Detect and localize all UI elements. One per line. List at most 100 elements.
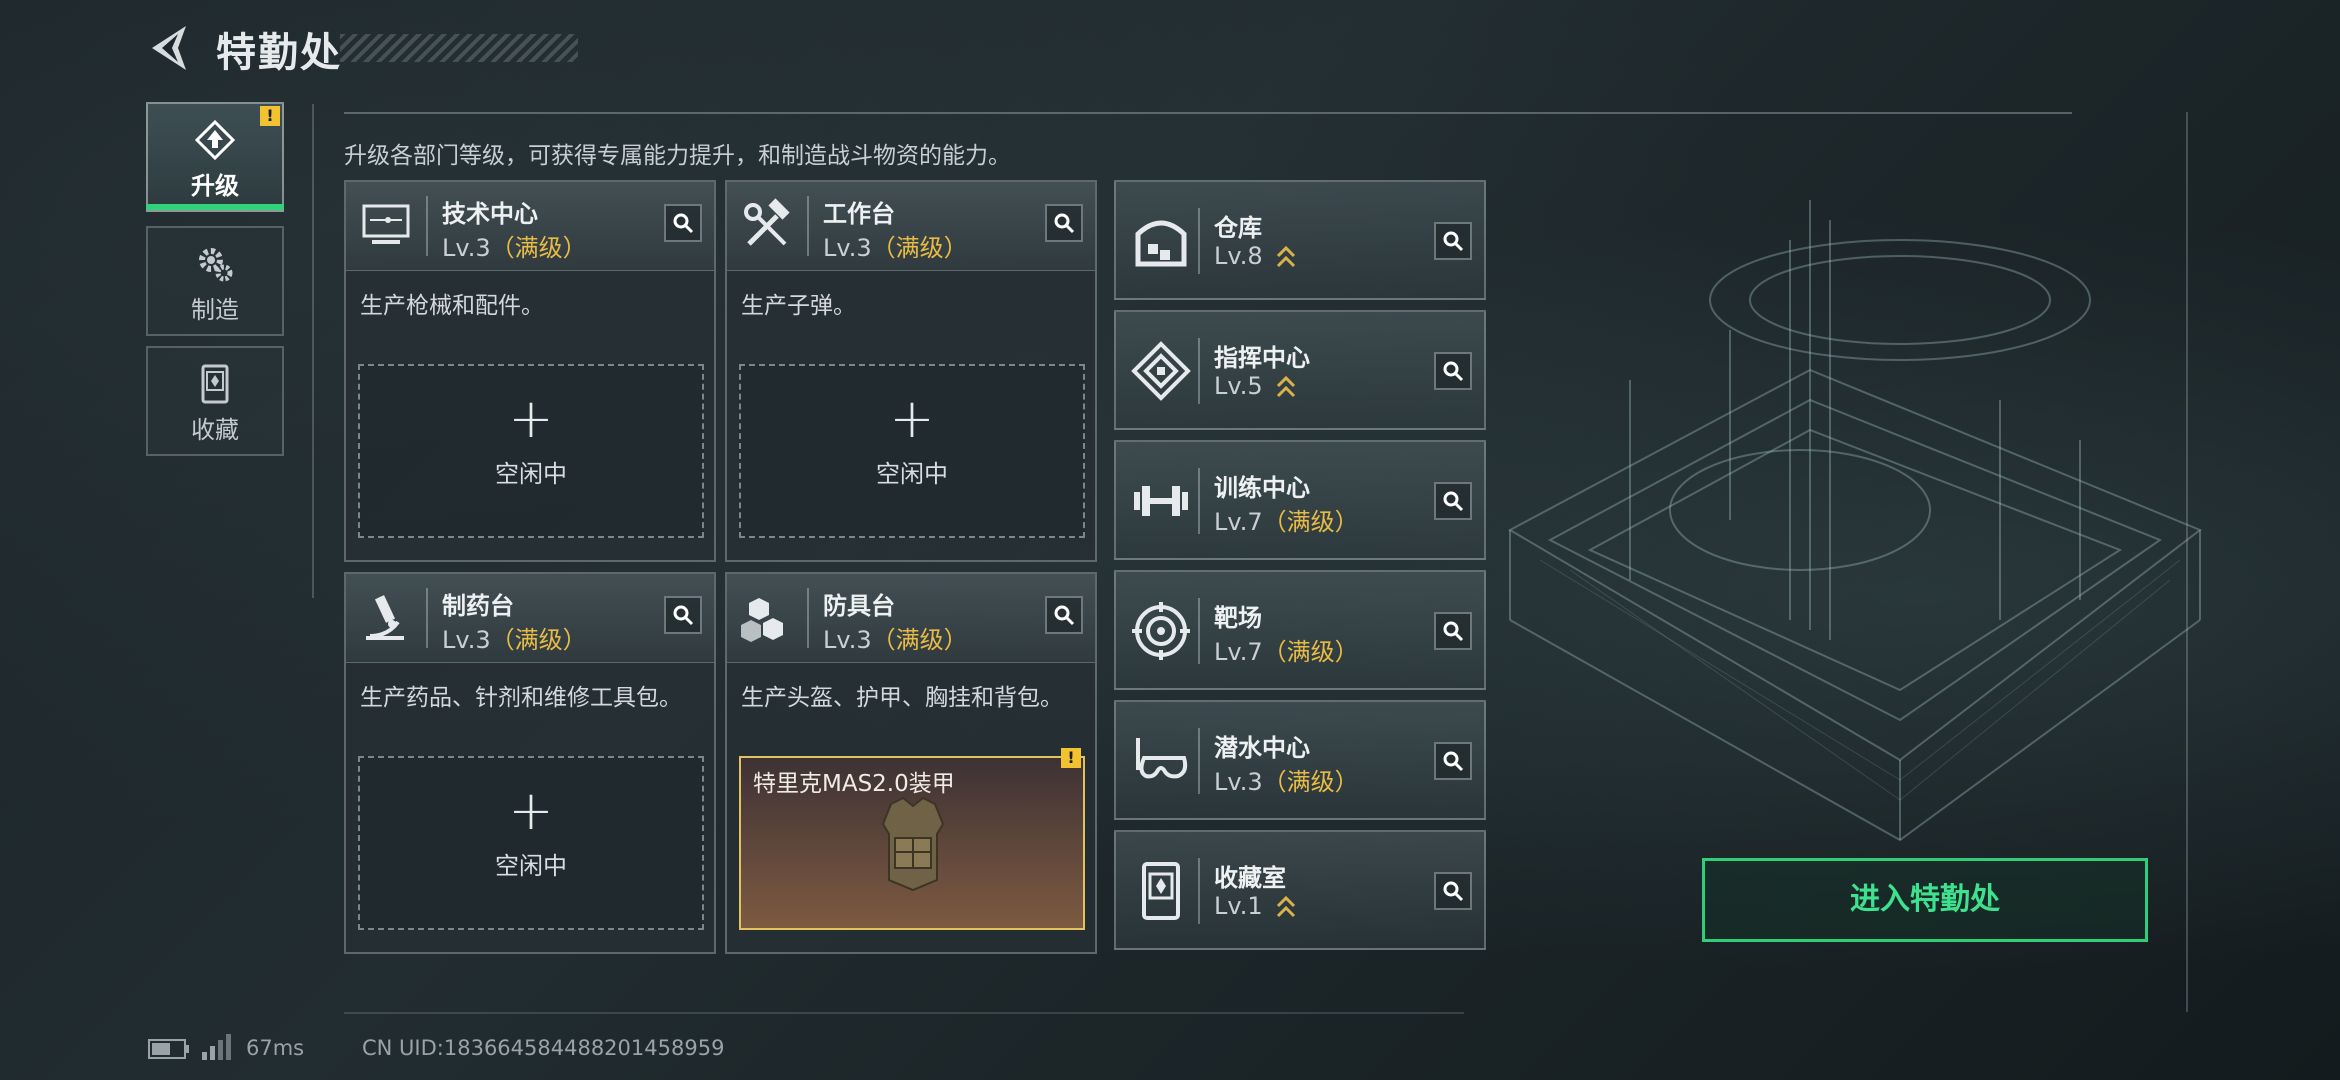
idle-label: 空闲中 [876, 460, 948, 488]
page-title: 特勤处 [216, 30, 342, 76]
tab-upgrade-label: 升级 [191, 172, 239, 200]
production-slot-empty[interactable]: + 空闲中 [358, 364, 704, 538]
facility-level: Lv.5 [1214, 372, 1263, 400]
facility-level: Lv.1 [1214, 892, 1263, 920]
search-icon [673, 605, 694, 626]
max-level-label: （满级） [1262, 768, 1359, 796]
max-level-label: （满级） [490, 234, 587, 262]
workshop-description: 生产枪械和配件。 [360, 293, 544, 319]
facility-name: 潜水中心 [1214, 734, 1310, 762]
workshop-level: Lv.3 [442, 234, 491, 262]
search-icon [1443, 491, 1464, 512]
plus-icon: + [508, 779, 554, 842]
tab-craft-label: 制造 [191, 296, 239, 324]
facility-card-command-center[interactable]: 指挥中心 Lv.5 [1114, 310, 1486, 430]
armor-blocks-icon [741, 598, 783, 642]
upgrade-available-icon [1277, 245, 1296, 268]
max-level-label: （满级） [871, 234, 968, 262]
tab-upgrade[interactable]: 升级 ! [146, 102, 284, 212]
battery-icon [148, 1039, 189, 1059]
search-icon [1443, 751, 1464, 772]
search-icon [1443, 361, 1464, 382]
active-tab-indicator [146, 204, 284, 210]
search-icon [1054, 213, 1075, 234]
production-slot-empty[interactable]: + 空闲中 [739, 364, 1085, 538]
search-icon [1443, 231, 1464, 252]
collection-room-icon [1142, 862, 1180, 920]
facility-card-shooting-range[interactable]: 靶场 Lv.7（满级） [1114, 570, 1486, 690]
back-arrow-icon[interactable] [148, 24, 192, 72]
facility-name: 训练中心 [1214, 474, 1310, 502]
enter-special-ops-button[interactable]: 进入特勤处 [1702, 858, 2148, 942]
facility-card-warehouse[interactable]: 仓库 Lv.8 [1114, 180, 1486, 300]
details-search-button[interactable] [1045, 204, 1083, 242]
workshop-description: 生产药品、针剂和维修工具包。 [360, 685, 682, 711]
workshop-card-armor-bench[interactable]: 防具台 Lv.3（满级） 生产头盔、护甲、胸挂和背包。 特里克MAS2.0装甲 … [725, 572, 1097, 954]
workshop-card-workbench[interactable]: 工作台 Lv.3（满级） 生产子弹。 + 空闲中 [725, 180, 1097, 562]
plus-icon: + [889, 387, 935, 450]
details-search-button[interactable] [1434, 872, 1472, 910]
tab-collection-label: 收藏 [191, 416, 239, 444]
computer-icon [362, 204, 410, 244]
facility-card-collection-room[interactable]: 收藏室 Lv.1 [1114, 830, 1486, 950]
plus-icon: + [508, 387, 554, 450]
idle-label: 空闲中 [495, 460, 567, 488]
max-level-label: （满级） [1262, 508, 1359, 536]
tab-collection[interactable]: 收藏 [146, 346, 284, 456]
upgrade-alert-badge: ! [260, 106, 280, 126]
production-slot-item[interactable]: 特里克MAS2.0装甲 ! [739, 748, 1085, 930]
workshop-name: 制药台 [442, 592, 514, 620]
workshop-name: 防具台 [823, 592, 895, 620]
workshop-description: 生产头盔、护甲、胸挂和背包。 [741, 685, 1063, 711]
facility-card-training-center[interactable]: 训练中心 Lv.7（满级） [1114, 440, 1486, 560]
production-slot-empty[interactable]: + 空闲中 [358, 756, 704, 930]
search-icon [673, 213, 694, 234]
workshop-card-tech-center[interactable]: 技术中心 Lv.3（满级） 生产枪械和配件。 + 空闲中 [344, 180, 716, 562]
facility-level: Lv.8 [1214, 242, 1263, 270]
diving-mask-icon [1136, 738, 1188, 779]
workshop-name: 工作台 [823, 200, 895, 228]
facility-name: 靶场 [1214, 604, 1262, 632]
facility-name: 收藏室 [1214, 864, 1286, 892]
command-icon [1131, 341, 1191, 401]
upgrade-available-icon [1277, 375, 1296, 398]
facility-name: 指挥中心 [1214, 344, 1310, 372]
workshop-name: 技术中心 [442, 200, 538, 228]
target-icon [1132, 602, 1190, 660]
signal-icon [202, 1034, 231, 1060]
ping-text: 67ms [246, 1036, 305, 1060]
facility-level: Lv.7 [1214, 508, 1263, 536]
details-search-button[interactable] [664, 204, 702, 242]
uid-text: CN UID:1836645844882014589​59 [362, 1036, 725, 1060]
search-icon [1443, 881, 1464, 902]
title-decoration [340, 34, 578, 62]
details-search-button[interactable] [1434, 352, 1472, 390]
facility-card-diving-center[interactable]: 潜水中心 Lv.3（满级） [1114, 700, 1486, 820]
upgrade-icon [194, 119, 236, 161]
max-level-label: （满级） [1262, 638, 1359, 666]
details-search-button[interactable] [1434, 222, 1472, 260]
warehouse-icon [1135, 220, 1187, 267]
tab-craft[interactable]: 制造 [146, 226, 284, 336]
workshop-level: Lv.3 [442, 626, 491, 654]
facility-level: Lv.3 [1214, 768, 1263, 796]
dumbbell-icon [1134, 486, 1188, 516]
details-search-button[interactable] [664, 596, 702, 634]
item-name: 特里克MAS2.0装甲 [753, 771, 955, 797]
collection-icon [201, 364, 229, 404]
details-search-button[interactable] [1045, 596, 1083, 634]
details-search-button[interactable] [1434, 482, 1472, 520]
item-alert-badge: ! [1061, 748, 1081, 768]
microscope-icon [366, 595, 404, 640]
details-search-button[interactable] [1434, 612, 1472, 650]
tools-icon [744, 198, 790, 246]
upgrade-available-icon [1277, 895, 1296, 918]
gears-icon [199, 248, 233, 282]
facility-wireframe-illustration [1507, 200, 2202, 842]
armor-vest-image [881, 796, 945, 892]
workshop-card-pharmacy[interactable]: 制药台 Lv.3（满级） 生产药品、针剂和维修工具包。 + 空闲中 [344, 572, 716, 954]
max-level-label: （满级） [871, 626, 968, 654]
workshop-level: Lv.3 [823, 626, 872, 654]
page-subtitle: 升级各部门等级，可获得专属能力提升，和制造战斗物资的能力。 [344, 143, 1011, 169]
details-search-button[interactable] [1434, 742, 1472, 780]
